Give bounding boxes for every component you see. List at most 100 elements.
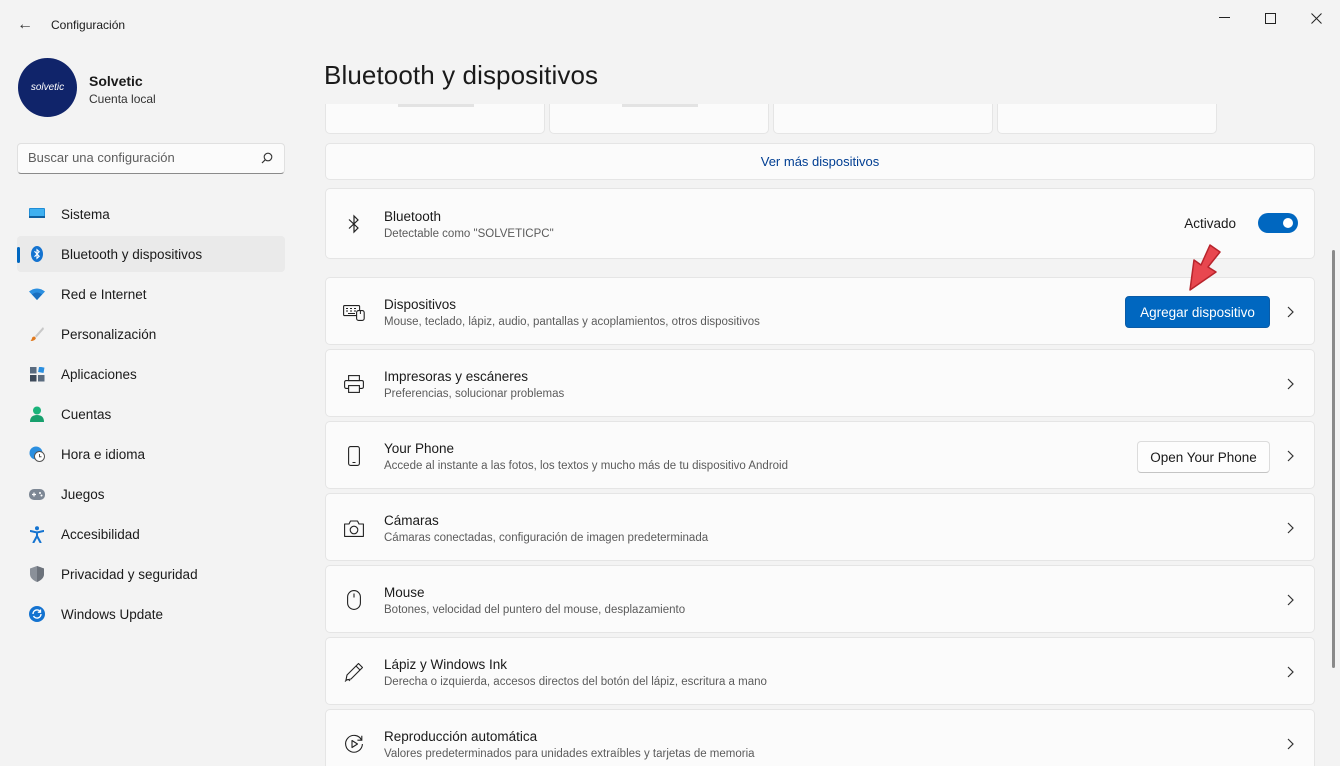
avatar[interactable]: solvetic xyxy=(18,58,77,117)
bluetooth-toggle[interactable] xyxy=(1258,213,1298,233)
sidebar-item-sistema[interactable]: Sistema xyxy=(17,196,285,232)
sidebar-item-label: Personalización xyxy=(61,326,157,342)
maximize-icon xyxy=(1264,12,1276,24)
autoplay-row[interactable]: Reproducción automática Valores predeter… xyxy=(325,709,1315,766)
bluetooth-card: Bluetooth Detectable como "SOLVETICPC" A… xyxy=(325,188,1315,259)
devices-subtitle: Mouse, teclado, lápiz, audio, pantallas … xyxy=(384,316,760,328)
minimize-button[interactable] xyxy=(1201,4,1247,32)
title-bar: ← Configuración xyxy=(0,0,1340,50)
scrollbar[interactable] xyxy=(1332,250,1335,668)
autoplay-icon xyxy=(343,733,365,755)
pen-subtitle: Derecha o izquierda, accesos directos de… xyxy=(384,676,767,688)
camera-icon xyxy=(343,517,365,539)
sidebar-item-privacidad[interactable]: Privacidad y seguridad xyxy=(17,556,285,592)
device-tile-bar xyxy=(398,104,474,107)
bluetooth-icon xyxy=(29,246,45,262)
add-device-button[interactable]: Agregar dispositivo xyxy=(1125,296,1270,328)
printers-row[interactable]: Impresoras y escáneres Preferencias, sol… xyxy=(325,349,1315,417)
globe-clock-icon xyxy=(29,446,45,462)
device-tile[interactable] xyxy=(549,104,769,134)
device-tile[interactable] xyxy=(997,104,1217,134)
person-icon xyxy=(29,406,45,422)
page-title: Bluetooth y dispositivos xyxy=(324,60,599,90)
back-button[interactable]: ← xyxy=(12,12,38,38)
sidebar-item-label: Bluetooth y dispositivos xyxy=(61,246,203,262)
sidebar-item-label: Juegos xyxy=(61,486,105,502)
sidebar-item-label: Aplicaciones xyxy=(61,366,137,382)
device-tile-bar xyxy=(622,104,698,107)
devices-icon xyxy=(343,301,365,323)
bluetooth-icon xyxy=(343,213,365,235)
back-arrow-icon: ← xyxy=(17,16,33,33)
cameras-title: Cámaras xyxy=(384,513,439,528)
sidebar-item-label: Red e Internet xyxy=(61,286,147,302)
bluetooth-title: Bluetooth xyxy=(384,209,442,224)
printer-icon xyxy=(343,373,365,395)
sidebar-item-hora[interactable]: Hora e idioma xyxy=(17,436,285,472)
sidebar-nav: Sistema Bluetooth y dispositivos Red e I… xyxy=(17,196,285,636)
minimize-icon xyxy=(1218,17,1230,18)
devices-row[interactable]: Dispositivos Mouse, teclado, lápiz, audi… xyxy=(325,277,1315,345)
bluetooth-subtitle: Detectable como "SOLVETICPC" xyxy=(384,228,554,240)
sidebar-item-aplicaciones[interactable]: Aplicaciones xyxy=(17,356,285,392)
sidebar-item-cuentas[interactable]: Cuentas xyxy=(17,396,285,432)
mouse-title: Mouse xyxy=(384,585,425,600)
your-phone-title: Your Phone xyxy=(384,441,455,456)
autoplay-subtitle: Valores predeterminados para unidades ex… xyxy=(384,748,755,760)
sidebar-item-label: Windows Update xyxy=(61,606,164,622)
pen-icon xyxy=(343,661,365,683)
autoplay-title: Reproducción automática xyxy=(384,729,538,744)
sidebar-item-windows-update[interactable]: Windows Update xyxy=(17,596,285,632)
sidebar-item-accesibilidad[interactable]: Accesibilidad xyxy=(17,516,285,552)
avatar-logo: solvetic xyxy=(30,82,65,93)
mouse-row[interactable]: Mouse Botones, velocidad del puntero del… xyxy=(325,565,1315,633)
your-phone-row[interactable]: Your Phone Accede al instante a las foto… xyxy=(325,421,1315,489)
sidebar-item-label: Cuentas xyxy=(61,406,112,422)
bluetooth-state-label: Activado xyxy=(1184,216,1236,231)
monitor-icon xyxy=(29,206,45,222)
printers-subtitle: Preferencias, solucionar problemas xyxy=(384,388,565,400)
brush-icon xyxy=(29,326,45,342)
chevron-right-icon xyxy=(1287,378,1294,390)
sidebar-item-label: Sistema xyxy=(61,206,110,222)
update-icon xyxy=(29,606,45,622)
pen-row[interactable]: Lápiz y Windows Ink Derecha o izquierda,… xyxy=(325,637,1315,705)
sidebar-item-label: Hora e idioma xyxy=(61,446,146,462)
cameras-subtitle: Cámaras conectadas, configuración de ima… xyxy=(384,532,709,544)
maximize-button[interactable] xyxy=(1247,4,1293,32)
user-name: Solvetic xyxy=(89,73,143,89)
account-type: Cuenta local xyxy=(89,92,156,106)
sidebar-item-red[interactable]: Red e Internet xyxy=(17,276,285,312)
phone-icon xyxy=(343,445,365,467)
open-your-phone-button[interactable]: Open Your Phone xyxy=(1137,441,1270,473)
search-input[interactable] xyxy=(28,150,248,165)
chevron-right-icon xyxy=(1287,522,1294,534)
device-tile[interactable] xyxy=(325,104,545,134)
cameras-row[interactable]: Cámaras Cámaras conectadas, configuració… xyxy=(325,493,1315,561)
gamepad-icon xyxy=(29,486,45,502)
devices-title: Dispositivos xyxy=(384,297,457,312)
wifi-icon xyxy=(29,286,45,302)
your-phone-subtitle: Accede al instante a las fotos, los text… xyxy=(384,460,788,472)
search-icon xyxy=(261,152,273,164)
chevron-right-icon xyxy=(1287,738,1294,750)
sidebar-item-juegos[interactable]: Juegos xyxy=(17,476,285,512)
chevron-right-icon xyxy=(1287,450,1294,462)
sidebar-item-bluetooth[interactable]: Bluetooth y dispositivos xyxy=(17,236,285,272)
mouse-subtitle: Botones, velocidad del puntero del mouse… xyxy=(384,604,686,616)
see-more-devices-link[interactable]: Ver más dispositivos xyxy=(325,143,1315,180)
sidebar-item-personalizacion[interactable]: Personalización xyxy=(17,316,285,352)
chevron-right-icon xyxy=(1287,666,1294,678)
see-more-label: Ver más dispositivos xyxy=(760,154,880,169)
accessibility-icon xyxy=(29,525,45,543)
search-box[interactable] xyxy=(17,143,285,174)
chevron-right-icon xyxy=(1287,594,1294,606)
close-icon xyxy=(1310,12,1322,24)
sidebar-item-label: Accesibilidad xyxy=(61,526,140,542)
app-title: Configuración xyxy=(51,18,126,32)
device-tile[interactable] xyxy=(773,104,993,134)
apps-icon xyxy=(29,366,45,382)
pen-title: Lápiz y Windows Ink xyxy=(384,657,508,672)
close-button[interactable] xyxy=(1293,4,1339,32)
annotation-arrow-icon xyxy=(1189,244,1221,291)
